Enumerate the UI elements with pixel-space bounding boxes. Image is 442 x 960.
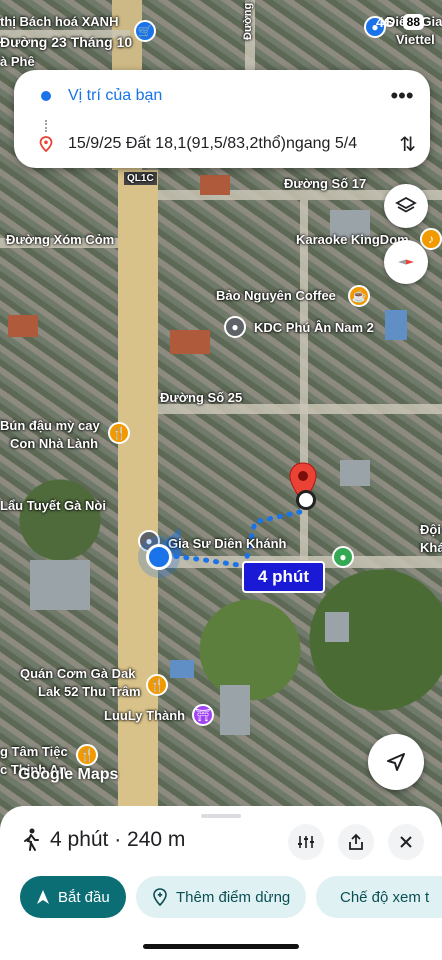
navigation-arrow-icon [387,753,405,771]
shop-icon[interactable]: 🛒 [134,20,156,42]
map-label: Đường 23 Tháng 10 [0,34,133,50]
layers-icon [395,196,417,213]
view-mode-button[interactable]: Chế độ xem t [316,876,442,918]
add-stop-button[interactable]: Thêm điểm dừng [136,876,307,918]
map-label: à Phê [0,54,35,69]
restaurant-icon[interactable]: 🍴 [146,674,168,696]
map-label: Lẩu Tuyết Gà Nòi [0,498,106,513]
origin-field[interactable]: Vị trí của bạn [68,87,388,105]
current-location-dot [146,544,172,570]
highway-shield: QL1C [124,172,157,185]
destination-pin-icon [39,136,53,152]
map-label: Viettel [396,32,435,47]
status-bar: 4G 88 [376,14,424,30]
place-icon[interactable]: ● [224,316,246,338]
bottom-sheet: 4 phút · 240 m Bắt đầu Thêm điểm dừng Ch [0,806,442,960]
map-label: g Tâm Tiệc [0,744,68,759]
place-icon[interactable]: ● [332,546,354,568]
compass-icon [398,259,414,265]
map-label: Đường Số 25 [160,390,243,405]
map-label: Bún đậu mỳ cay [0,418,100,433]
directions-card: Vị trí của bạn ••• 15/9/25 Đất 18,1(91,5… [14,70,430,168]
destination-row[interactable]: 15/9/25 Đất 18,1(91,5/83,2thổ)ngang 5/4 … [14,122,430,166]
map-label: Con Nhà Lành [10,436,99,451]
coffee-icon[interactable]: ☕ [348,285,370,307]
share-button[interactable] [338,824,374,860]
trip-summary: 4 phút · 240 m [22,828,185,852]
more-options-button[interactable]: ••• [388,85,416,107]
layers-button[interactable] [384,184,428,228]
navigation-arrow-icon [37,890,49,904]
close-icon [400,836,412,848]
view-mode-label: Chế độ xem t [340,888,430,906]
restaurant-icon[interactable]: 🍴 [76,744,98,766]
origin-row[interactable]: Vị trí của bạn ••• [14,74,430,118]
close-button[interactable] [388,824,424,860]
home-indicator[interactable] [143,944,299,949]
restaurant-icon[interactable]: 🍴 [108,422,130,444]
start-label: Bắt đầu [58,888,110,906]
trip-summary-text: 4 phút · 240 m [50,828,186,851]
start-button[interactable]: Bắt đầu [20,876,126,918]
compass-button[interactable] [384,240,428,284]
route-options-button[interactable] [288,824,324,860]
route-time-badge[interactable]: 4 phút [242,561,325,593]
navigate-button[interactable] [368,734,424,790]
karaoke-icon[interactable]: ♪ [420,228,442,250]
map-label: Đường Số 22 [242,0,254,40]
network-indicator: 4G [375,14,395,30]
map-label: Khá [420,540,442,555]
map-label: thị Bách hoá XANH [0,14,119,29]
map-label: Gia Sư Diên Khánh [168,536,287,551]
map-label: Đội [420,522,441,537]
origin-dot-icon [41,91,51,101]
map-label: Lak 52 Thu Trâm [38,684,141,699]
map-label: Bảo Nguyên Coffee [216,288,336,303]
destination-point [296,490,316,510]
add-stop-label: Thêm điểm dừng [176,888,291,906]
temple-icon[interactable]: ⛩ [192,704,214,726]
tune-icon [298,836,314,848]
google-maps-logo: Google Maps [18,766,119,783]
walking-icon [24,828,39,851]
battery-indicator: 88 [402,14,424,30]
map-label: Đường Xóm Cỏm [6,232,115,247]
share-icon [349,833,363,850]
swap-icon[interactable]: ⇅ [399,132,416,157]
sheet-handle[interactable] [201,814,241,818]
map-label: Quán Cơm Gà Dak [20,666,136,681]
add-location-icon [153,888,167,906]
map-label: Đường Số 17 [284,176,367,191]
destination-field[interactable]: 15/9/25 Đất 18,1(91,5/83,2thổ)ngang 5/4 [68,135,399,153]
map-label: KDC Phú Ân Nam 2 [254,320,374,335]
map-label: LuuLy Thành [104,708,186,723]
